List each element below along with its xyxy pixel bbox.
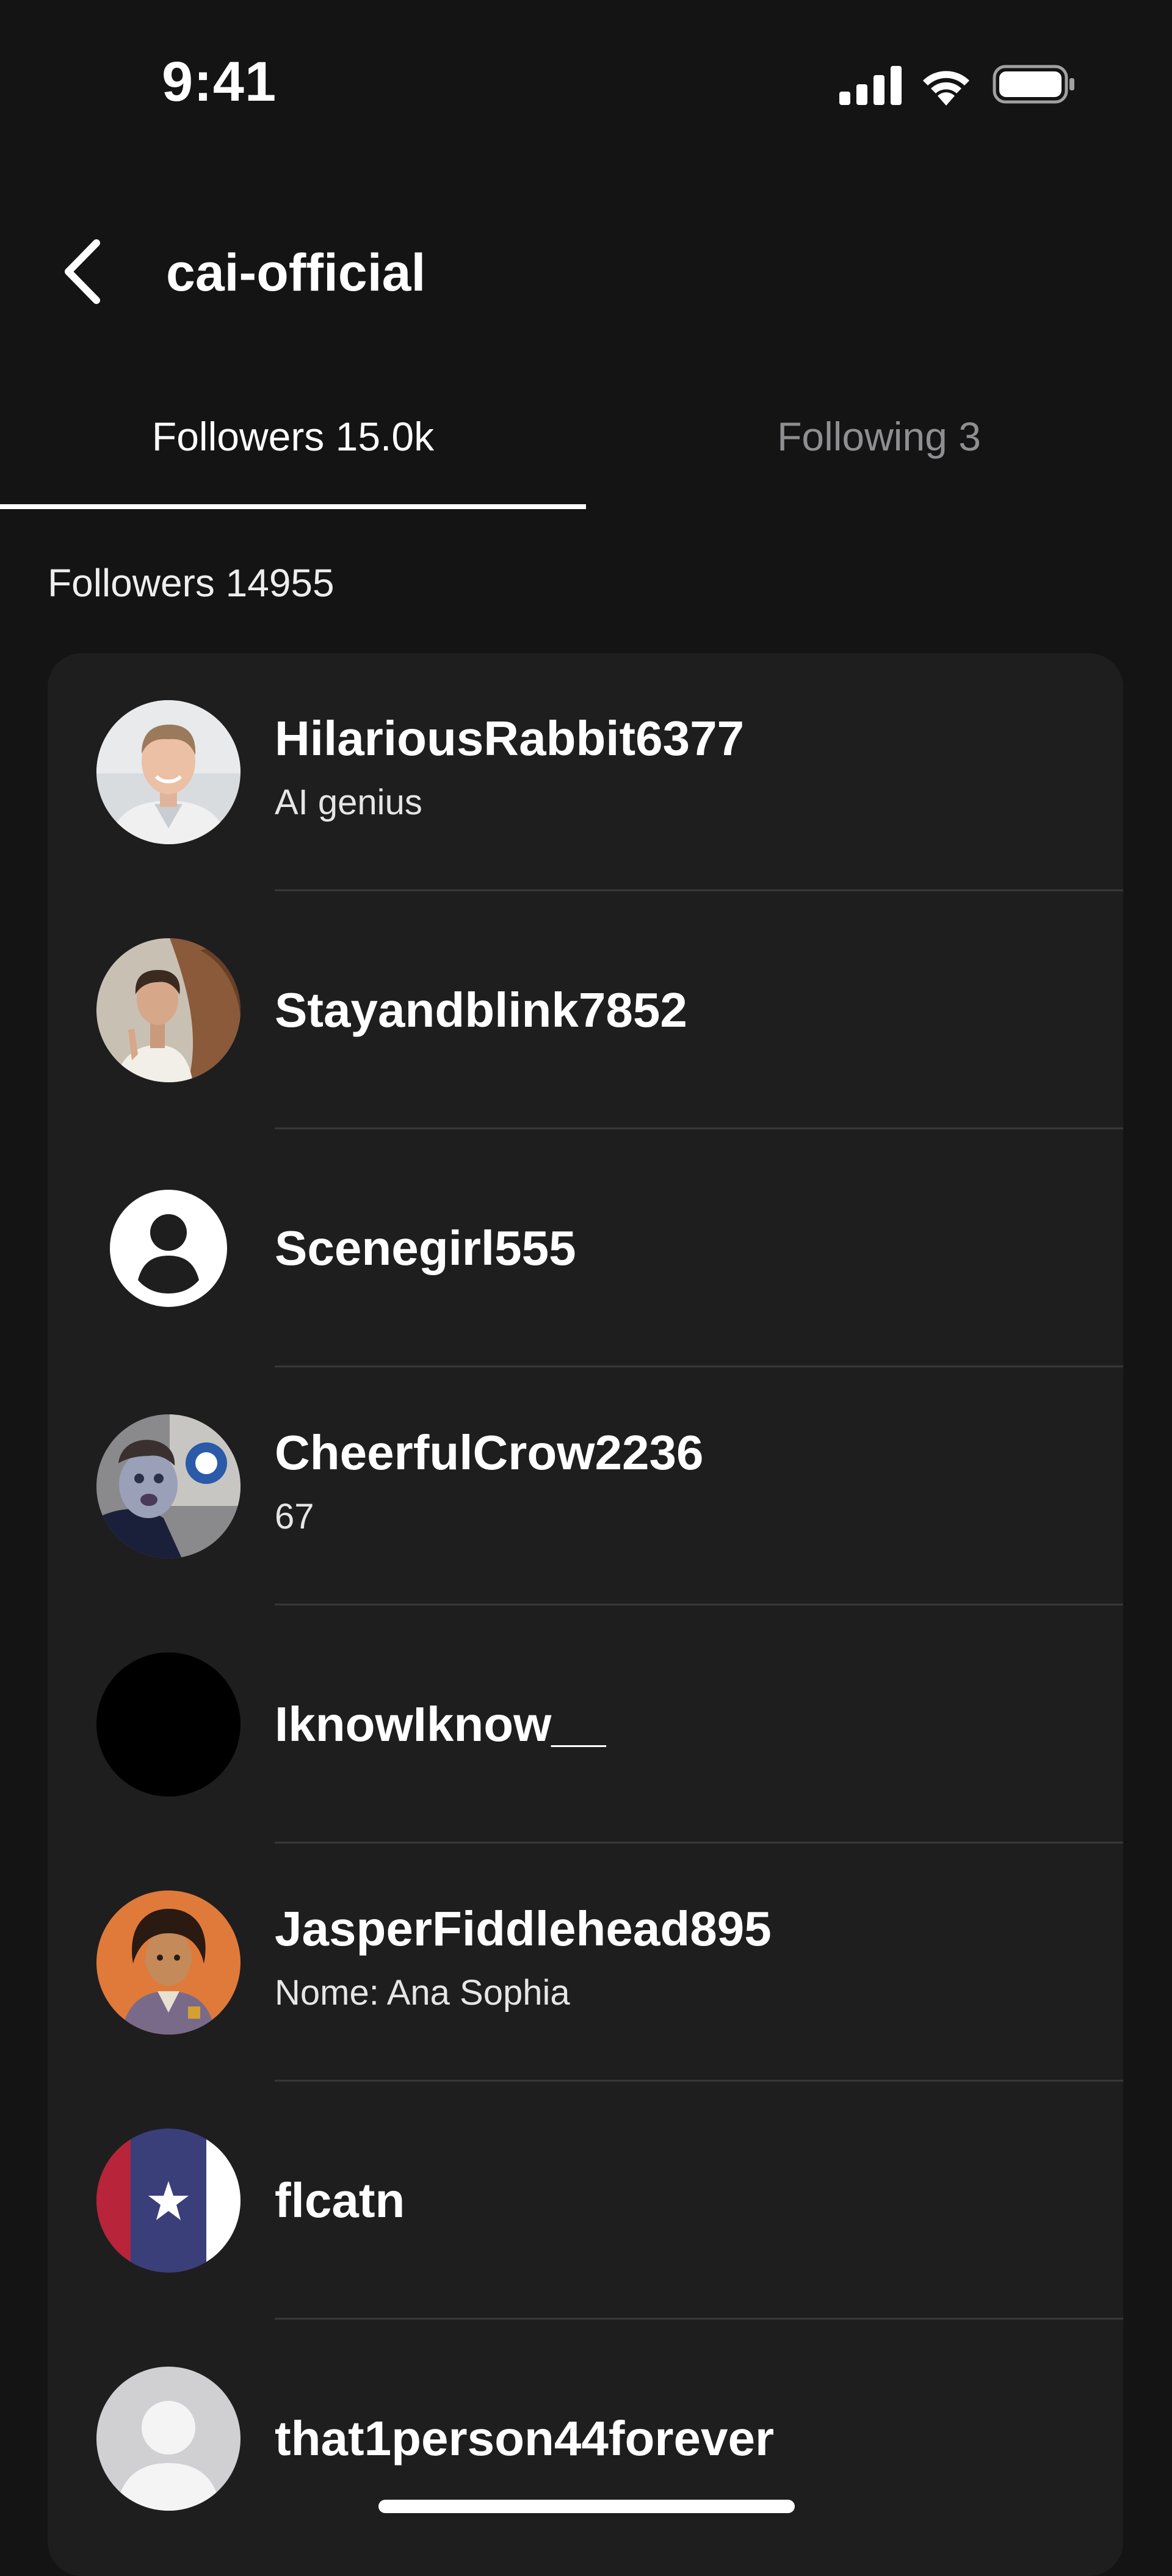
- battery-icon: [993, 65, 1074, 104]
- follower-name[interactable]: HilariousRabbit6377: [275, 708, 744, 769]
- list-item[interactable]: Stayandblink7852: [48, 891, 1123, 1129]
- list-item[interactable]: flcatn: [48, 2082, 1123, 2320]
- follower-name[interactable]: that1person44forever: [275, 2408, 774, 2469]
- status-bar: 9:41: [0, 0, 1172, 177]
- avatar[interactable]: [96, 938, 241, 1082]
- list-item[interactable]: Scenegirl555: [48, 1129, 1123, 1367]
- wifi-icon: [923, 71, 969, 106]
- chevron-left-icon: [65, 239, 100, 304]
- avatar[interactable]: [96, 2129, 241, 2273]
- home-indicator[interactable]: [378, 2500, 795, 2513]
- follower-name[interactable]: CheerfulCrow2236: [275, 1422, 703, 1483]
- follower-name[interactable]: JasperFiddlehead895: [275, 1898, 772, 1959]
- list-item[interactable]: that1person44forever: [48, 2320, 1123, 2558]
- list-item[interactable]: HilariousRabbit6377 AI genius: [48, 653, 1123, 891]
- avatar[interactable]: [96, 700, 241, 844]
- avatar[interactable]: [96, 1176, 241, 1320]
- avatar[interactable]: [96, 1652, 241, 1796]
- follower-name[interactable]: Stayandblink7852: [275, 980, 687, 1041]
- default-user-icon: [96, 2367, 241, 2511]
- follower-name[interactable]: Scenegirl555: [275, 1218, 576, 1279]
- list-item[interactable]: JasperFiddlehead895 Nome: Ana Sophia: [48, 1843, 1123, 2082]
- follower-subtitle: 67: [275, 1497, 314, 1536]
- tab-followers[interactable]: Followers 15.0k: [0, 403, 586, 470]
- back-button[interactable]: [61, 232, 128, 311]
- signal-icon: [839, 66, 902, 105]
- follower-name[interactable]: IknowIknow__: [275, 1694, 606, 1755]
- tab-following[interactable]: Following 3: [586, 403, 1172, 470]
- followers-count-label: Followers 14955: [48, 561, 335, 605]
- followers-list: HilariousRabbit6377 AI genius Stayandbli…: [48, 653, 1123, 2576]
- list-item[interactable]: IknowIknow__: [48, 1605, 1123, 1843]
- active-tab-indicator: [0, 504, 586, 509]
- avatar[interactable]: [96, 1414, 241, 1558]
- page-title: cai-official: [166, 244, 426, 302]
- status-time: 9:41: [162, 51, 277, 113]
- follower-subtitle: AI genius: [275, 783, 422, 822]
- avatar[interactable]: [96, 1890, 241, 2035]
- follower-name[interactable]: flcatn: [275, 2170, 405, 2231]
- default-user-icon: [96, 1176, 241, 1320]
- list-item[interactable]: CheerfulCrow2236 67: [48, 1367, 1123, 1605]
- follower-subtitle: Nome: Ana Sophia: [275, 1973, 570, 2013]
- avatar[interactable]: [96, 2367, 241, 2511]
